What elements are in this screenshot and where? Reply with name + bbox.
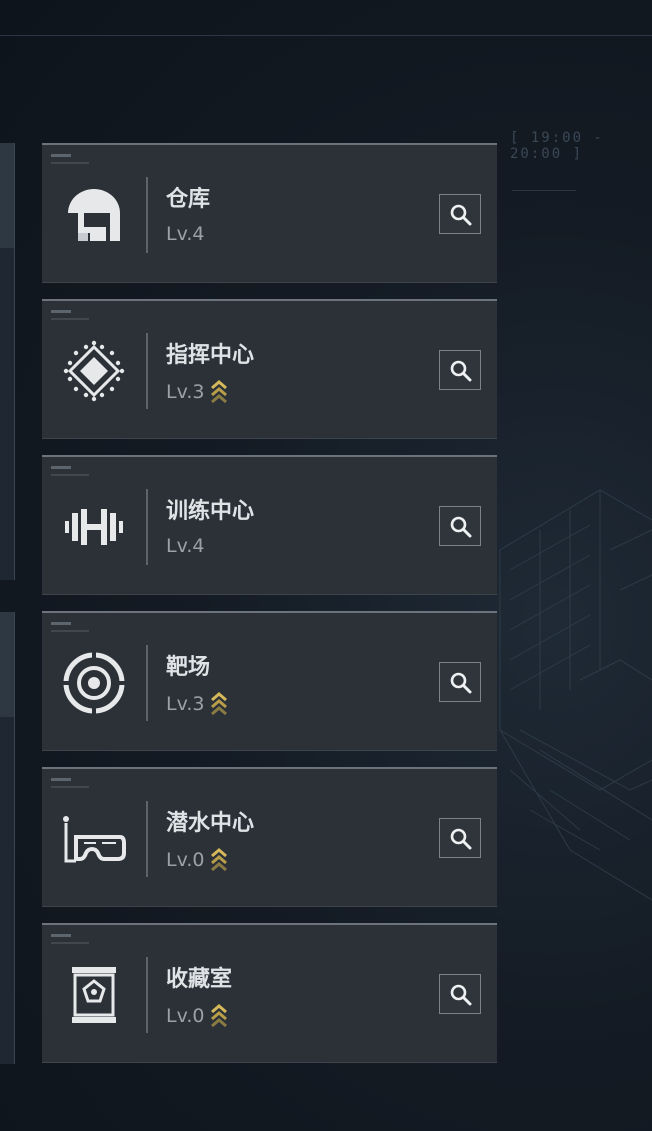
inspect-button[interactable] <box>439 506 481 546</box>
card-separator <box>146 645 148 721</box>
search-icon <box>450 828 472 850</box>
facility-name: 靶场 <box>166 655 211 680</box>
upgrade-available-icon <box>211 380 228 404</box>
level-text: Lv.3 <box>166 381 205 403</box>
left-panel-edge[interactable] <box>0 143 15 580</box>
level-text: Lv.0 <box>166 849 205 871</box>
warehouse-icon <box>68 189 120 241</box>
upgrade-available-icon <box>211 1004 228 1028</box>
card-separator <box>146 177 148 253</box>
card-tag <box>51 622 71 625</box>
time-range-label: [ 19:00 - 20:00 ] <box>510 130 604 162</box>
card-subtag <box>51 318 89 320</box>
search-icon <box>450 672 472 694</box>
facility-level: Lv.3 <box>166 691 228 717</box>
card-separator <box>146 957 148 1033</box>
left-panel-highlight <box>0 143 14 248</box>
facility-level: Lv.4 <box>166 223 204 245</box>
search-icon <box>450 360 472 382</box>
card-subtag <box>51 474 89 476</box>
facility-name: 指挥中心 <box>166 343 255 368</box>
command-center-icon <box>63 340 125 402</box>
search-icon <box>450 984 472 1006</box>
facility-card-shooting-range[interactable]: 靶场 Lv.3 <box>42 611 497 751</box>
display-case-icon <box>72 967 116 1023</box>
facility-name: 仓库 <box>166 187 211 212</box>
inspect-button[interactable] <box>439 818 481 858</box>
card-subtag <box>51 630 89 632</box>
card-tag <box>51 310 71 313</box>
search-icon <box>450 516 472 538</box>
facility-name: 收藏室 <box>166 967 233 992</box>
facility-card-diving-center[interactable]: 潜水中心 Lv.0 <box>42 767 497 907</box>
target-icon <box>62 651 126 715</box>
inspect-button[interactable] <box>439 974 481 1014</box>
facility-name: 训练中心 <box>166 499 255 524</box>
facility-card-collection-room[interactable]: 收藏室 Lv.0 <box>42 923 497 1063</box>
facility-level: Lv.0 <box>166 1003 228 1029</box>
left-panel-edge[interactable] <box>0 612 15 1064</box>
base-blueprint-background <box>499 489 652 901</box>
facility-name: 潜水中心 <box>166 811 255 836</box>
level-text: Lv.4 <box>166 223 205 245</box>
facility-card-command-center[interactable]: 指挥中心 Lv.3 <box>42 299 497 439</box>
facility-level: Lv.4 <box>166 535 204 557</box>
card-separator <box>146 489 148 565</box>
level-text: Lv.4 <box>166 535 205 557</box>
inspect-button[interactable] <box>439 194 481 234</box>
card-separator <box>146 333 148 409</box>
card-tag <box>51 466 71 469</box>
decor-divider <box>512 190 576 191</box>
facility-card-training-center[interactable]: 训练中心 Lv.4 <box>42 455 497 595</box>
facility-level: Lv.3 <box>166 379 228 405</box>
inspect-button[interactable] <box>439 662 481 702</box>
search-icon <box>450 204 472 226</box>
card-tag <box>51 934 71 937</box>
level-text: Lv.0 <box>166 1005 205 1027</box>
dumbbell-icon <box>65 509 123 545</box>
left-panel-highlight <box>0 612 14 717</box>
facility-level: Lv.0 <box>166 847 228 873</box>
upgrade-available-icon <box>211 692 228 716</box>
card-tag <box>51 154 71 157</box>
top-divider <box>0 35 652 36</box>
card-subtag <box>51 162 89 164</box>
level-text: Lv.3 <box>166 693 205 715</box>
upgrade-available-icon <box>211 848 228 872</box>
card-separator <box>146 801 148 877</box>
diving-mask-icon <box>63 816 126 863</box>
card-subtag <box>51 786 89 788</box>
card-subtag <box>51 942 89 944</box>
inspect-button[interactable] <box>439 350 481 390</box>
card-tag <box>51 778 71 781</box>
facility-card-warehouse[interactable]: 仓库 Lv.4 <box>42 143 497 283</box>
